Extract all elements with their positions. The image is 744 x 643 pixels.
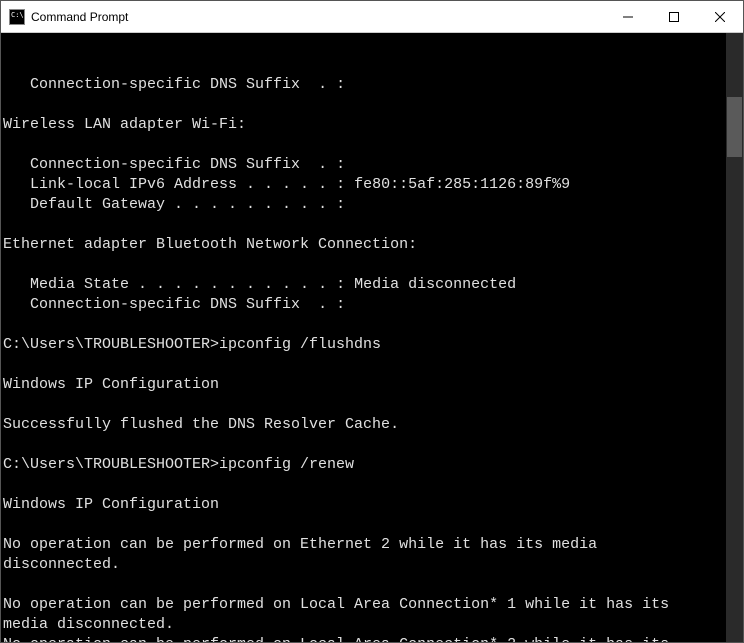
maximize-button[interactable] (651, 1, 697, 32)
terminal-line: Connection-specific DNS Suffix . : (3, 155, 723, 175)
titlebar[interactable]: Command Prompt (1, 1, 743, 33)
terminal-line (3, 215, 723, 235)
terminal-line: Default Gateway . . . . . . . . . : (3, 195, 723, 215)
terminal-line (3, 395, 723, 415)
terminal-line: Successfully flushed the DNS Resolver Ca… (3, 415, 723, 435)
terminal-line: No operation can be performed on Local A… (3, 595, 723, 635)
terminal-line: No operation can be performed on Etherne… (3, 535, 723, 575)
terminal-line (3, 575, 723, 595)
terminal-output[interactable]: Connection-specific DNS Suffix . : Wirel… (1, 33, 743, 642)
cmd-icon (9, 9, 25, 25)
terminal-line (3, 315, 723, 335)
terminal-line: Windows IP Configuration (3, 495, 723, 515)
terminal-line: Media State . . . . . . . . . . . : Medi… (3, 275, 723, 295)
terminal-line: Connection-specific DNS Suffix . : (3, 295, 723, 315)
terminal-line (3, 475, 723, 495)
terminal-line: Connection-specific DNS Suffix . : (3, 75, 723, 95)
terminal-line (3, 135, 723, 155)
titlebar-controls (605, 1, 743, 32)
terminal-line: No operation can be performed on Local A… (3, 635, 723, 642)
scrollbar-thumb[interactable] (727, 97, 742, 157)
close-button[interactable] (697, 1, 743, 32)
command-prompt-window: Command Prompt Connection-specific DNS S… (0, 0, 744, 643)
terminal-line (3, 355, 723, 375)
window-title: Command Prompt (31, 10, 605, 24)
terminal-line (3, 515, 723, 535)
terminal-line (3, 255, 723, 275)
terminal-line (3, 435, 723, 455)
terminal-line: Wireless LAN adapter Wi-Fi: (3, 115, 723, 135)
minimize-button[interactable] (605, 1, 651, 32)
terminal-line: C:\Users\TROUBLESHOOTER>ipconfig /flushd… (3, 335, 723, 355)
close-icon (715, 12, 725, 22)
terminal-line: Windows IP Configuration (3, 375, 723, 395)
terminal-line (3, 95, 723, 115)
maximize-icon (669, 12, 679, 22)
terminal-line: Ethernet adapter Bluetooth Network Conne… (3, 235, 723, 255)
terminal-line: Link-local IPv6 Address . . . . . : fe80… (3, 175, 723, 195)
terminal-line: C:\Users\TROUBLESHOOTER>ipconfig /renew (3, 455, 723, 475)
scrollbar-track[interactable] (726, 33, 743, 642)
minimize-icon (623, 12, 633, 22)
